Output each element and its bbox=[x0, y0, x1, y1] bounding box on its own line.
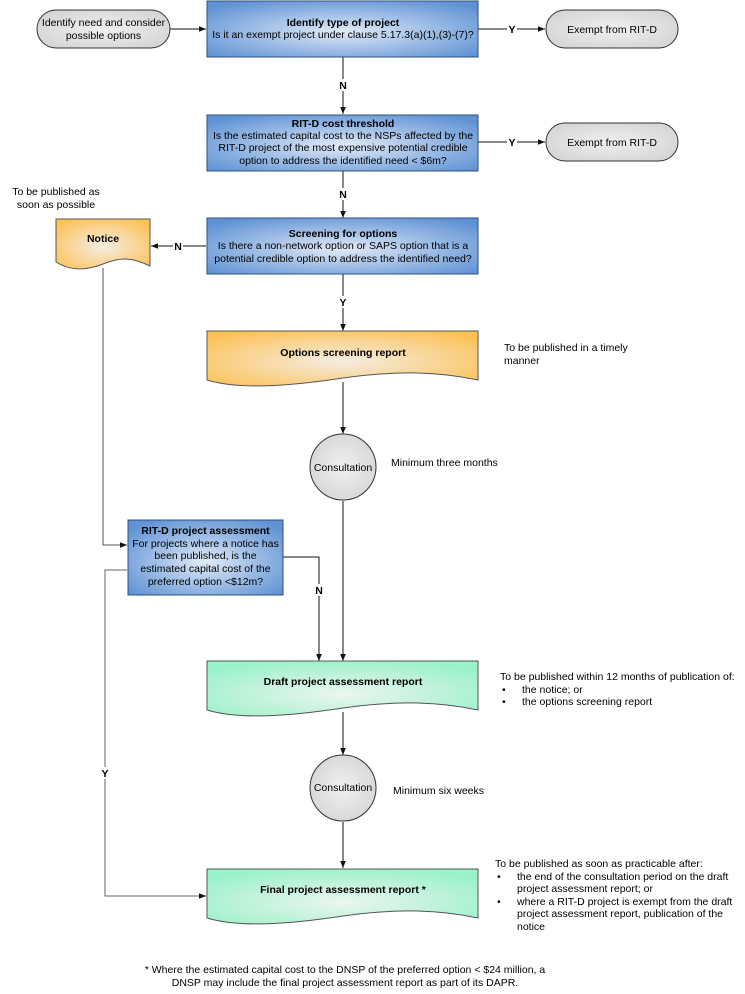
decision-screening: Screening for options Is there a non-net… bbox=[206, 217, 479, 275]
start-label-line-2: possible options bbox=[66, 30, 141, 42]
decision-cost-threshold: RIT-D cost threshold Is the estimated ca… bbox=[206, 114, 479, 172]
note-draft-timing-intro: To be published within 12 months of publ… bbox=[500, 671, 735, 683]
decision-cost-threshold-line-1: Is the estimated capital cost to the NSP… bbox=[213, 130, 473, 142]
note-final-timing-bullet: where a RIT-D project is exempt from the… bbox=[495, 896, 745, 934]
consultation-circle-1: Consultation bbox=[309, 433, 377, 501]
note-final-timing: To be published as soon as practicable a… bbox=[495, 858, 745, 933]
note-final-timing-intro: To be published as soon as practicable a… bbox=[495, 858, 703, 870]
draft-report-label: Draft project assessment report bbox=[264, 676, 423, 688]
edge-assessment-to-draft bbox=[283, 556, 322, 661]
decision-screening-line-1: Is there a non-network option or SAPS op… bbox=[218, 240, 469, 252]
consultation-1-label: Consultation bbox=[314, 462, 373, 474]
edge-label-cost-no: N bbox=[339, 189, 347, 201]
edge-label-identify-no: N bbox=[339, 80, 347, 92]
note-consultation-2-duration: Minimum six weeks bbox=[393, 785, 485, 797]
notice-label: Notice bbox=[87, 233, 119, 245]
document-notice: Notice bbox=[55, 218, 151, 270]
decision-identify-type: Identify type of project Is it an exempt… bbox=[206, 0, 479, 58]
decision-screening-title: Screening for options bbox=[289, 228, 398, 240]
document-final-report: Final project assessment report * bbox=[206, 868, 479, 925]
final-report-label: Final project assessment report * bbox=[260, 884, 427, 896]
decision-cost-threshold-line-3: option to address the identified need < … bbox=[239, 155, 447, 167]
note-options-timing: To be published in a timely manner bbox=[504, 342, 628, 367]
decision-screening-line-2: potential credible option to address the… bbox=[214, 253, 472, 265]
exempt-terminator-2: Exempt from RIT-D bbox=[545, 122, 679, 162]
decision-assessment-line-4: preferred option <$12m? bbox=[148, 576, 263, 588]
decision-project-assessment: RIT-D project assessment For projects wh… bbox=[127, 519, 284, 596]
decision-identify-type-question: Is it an exempt project under clause 5.1… bbox=[212, 29, 474, 41]
edge-label-cost-yes: Y bbox=[508, 137, 515, 149]
start-label-line-1: Identify need and consider bbox=[42, 17, 166, 29]
edge-label-identify-yes: Y bbox=[508, 24, 515, 36]
decision-cost-threshold-title: RIT-D cost threshold bbox=[292, 118, 395, 130]
note-final-timing-bullet: the end of the consultation period on th… bbox=[495, 871, 745, 896]
note-final-timing-list: the end of the consultation period on th… bbox=[495, 871, 745, 934]
consultation-2-label: Consultation bbox=[314, 782, 373, 794]
options-report-label: Options screening report bbox=[280, 347, 406, 359]
note-draft-timing-bullet: the options screening report bbox=[500, 696, 745, 709]
document-options-screening-report: Options screening report bbox=[206, 330, 479, 387]
decision-assessment-line-2: been published, is the bbox=[154, 550, 256, 562]
decision-identify-type-title: Identify type of project bbox=[287, 17, 400, 29]
consultation-circle-2: Consultation bbox=[309, 754, 377, 822]
note-notice-timing: To be published as soon as possible bbox=[12, 186, 100, 211]
exempt-terminator-1: Exempt from RIT-D bbox=[545, 9, 679, 49]
decision-cost-threshold-line-2: RIT-D project of the most expensive pote… bbox=[218, 142, 467, 154]
note-draft-timing-bullet: the notice; or bbox=[500, 684, 745, 697]
edge-label-assessment-no: N bbox=[315, 585, 323, 597]
exempt-1-label: Exempt from RIT-D bbox=[567, 24, 657, 36]
flowchart-canvas: Y N Y N N Y N Y Identify need and consid… bbox=[36, 0, 679, 925]
edge-label-screening-no: N bbox=[174, 241, 182, 253]
footnote: * Where the estimated capital cost to th… bbox=[144, 964, 546, 989]
decision-assessment-line-3: estimated capital cost of the bbox=[140, 563, 270, 575]
document-draft-report: Draft project assessment report bbox=[206, 660, 479, 717]
decision-assessment-line-1: For projects where a notice has bbox=[132, 538, 279, 550]
decision-assessment-title: RIT-D project assessment bbox=[141, 525, 270, 537]
edge-label-screening-yes: Y bbox=[339, 297, 346, 309]
note-consultation-1-duration: Minimum three months bbox=[391, 457, 498, 469]
edge-notice-to-assessment bbox=[102, 268, 127, 548]
start-terminator: Identify need and consider possible opti… bbox=[36, 9, 171, 49]
exempt-2-label: Exempt from RIT-D bbox=[567, 137, 657, 149]
edge-label-assessment-yes: Y bbox=[101, 768, 108, 780]
edge-assessment-to-final bbox=[104, 569, 206, 899]
note-draft-timing: To be published within 12 months of publ… bbox=[500, 671, 745, 709]
note-draft-timing-list: the notice; or the options screening rep… bbox=[500, 684, 745, 709]
